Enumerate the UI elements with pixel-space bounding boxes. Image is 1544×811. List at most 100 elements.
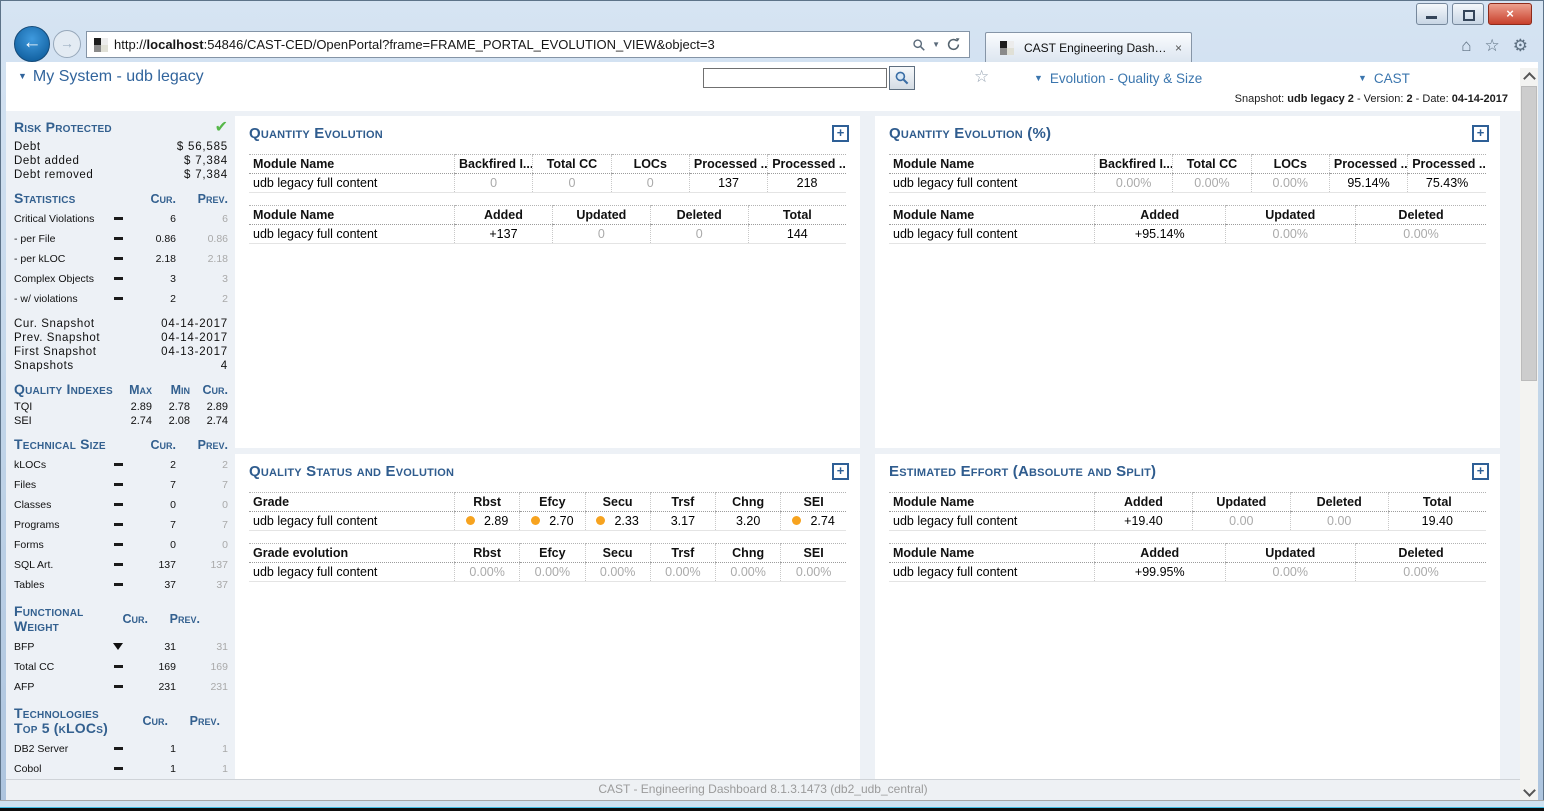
value-cell: 0 xyxy=(455,174,533,193)
debt-row: Debt removed$ 7,384 xyxy=(14,168,228,182)
column-header: Added xyxy=(1095,544,1226,563)
trend-equal-icon xyxy=(114,297,123,300)
expand-panel-button[interactable]: + xyxy=(832,463,849,480)
trend-equal-icon xyxy=(114,217,123,220)
column-header: Added xyxy=(1095,206,1226,225)
column-header: Module Name xyxy=(889,493,1095,512)
search-icon[interactable] xyxy=(912,38,926,52)
column-header: Secu xyxy=(585,544,650,563)
settings-gear-icon[interactable]: ⚙ xyxy=(1513,36,1528,56)
column-header: Module Name xyxy=(889,155,1095,174)
value-cell: 2.70 xyxy=(520,512,585,531)
table-row: udb legacy full content0.00%0.00%0.00%0.… xyxy=(249,563,846,582)
quality-indexes-section: Quality Indexes Max Min Cur. TQI2.892.78… xyxy=(14,382,228,428)
statistics-row: Critical Violations66 xyxy=(14,209,228,229)
effort-absolute-table: Module NameAddedUpdatedDeletedTotaludb l… xyxy=(889,492,1486,531)
dashboard-page: ▼My System - udb legacy ☆ ▼Evolution - Q… xyxy=(6,62,1538,800)
quality-status-panel: Quality Status and Evolution + GradeRbst… xyxy=(235,454,860,781)
column-header: Efcy xyxy=(520,493,585,512)
table-row: udb legacy full content+95.14%0.00%0.00% xyxy=(889,225,1486,244)
quantity-evolution-panel: Quantity Evolution + Module NameBackfire… xyxy=(235,116,860,448)
bookmark-star-icon[interactable]: ☆ xyxy=(974,67,989,87)
expand-panel-button[interactable]: + xyxy=(1472,463,1489,480)
column-header: Trsf xyxy=(650,544,715,563)
browser-chrome: × ← → http://localhost:54846/CAST-CED/Op… xyxy=(0,0,1544,62)
quantity-evolution-percent-table: Module NameBackfired I...Total CCLOCsPro… xyxy=(889,154,1486,193)
quantity-evolution-change-table: Module NameAddedUpdatedDeletedTotaludb l… xyxy=(249,205,846,244)
value-cell: 0.00% xyxy=(455,563,520,582)
favorites-star-icon[interactable]: ☆ xyxy=(1485,36,1500,56)
value-cell: 0.00% xyxy=(1173,174,1251,193)
browser-tab[interactable]: CAST Engineering Dashboa... × xyxy=(985,32,1192,62)
tab-favicon xyxy=(1000,41,1014,55)
trend-equal-icon xyxy=(114,563,123,566)
column-header: Added xyxy=(1095,493,1193,512)
evolution-menu[interactable]: ▼Evolution - Quality & Size xyxy=(1034,71,1202,86)
column-header: Total CC xyxy=(1173,155,1251,174)
expand-panel-button[interactable]: + xyxy=(832,125,849,142)
search-button[interactable] xyxy=(889,66,915,90)
functional-weight-row: BFP3131 xyxy=(14,637,228,657)
section-title: Statistics xyxy=(14,191,132,206)
home-icon[interactable]: ⌂ xyxy=(1461,36,1471,56)
value-cell: 19.40 xyxy=(1388,512,1486,531)
back-button[interactable]: ← xyxy=(14,26,50,62)
trend-equal-icon xyxy=(114,277,123,280)
table-row: udb legacy full content+13700144 xyxy=(249,225,846,244)
column-header: Updated xyxy=(1225,206,1356,225)
forward-button[interactable]: → xyxy=(53,30,81,58)
refresh-icon[interactable] xyxy=(946,37,961,52)
column-header: Backfired I... xyxy=(1095,155,1173,174)
table-header-row: Module NameBackfired I...Total CCLOCsPro… xyxy=(889,155,1486,174)
trend-equal-icon xyxy=(114,463,123,466)
section-title: Quality Indexes xyxy=(14,382,114,397)
close-icon: × xyxy=(1489,4,1531,24)
column-header-cur: Cur. xyxy=(132,438,176,452)
column-header: SEI xyxy=(781,544,846,563)
chevron-down-icon: ▼ xyxy=(1034,73,1043,83)
system-title-dropdown[interactable]: ▼My System - udb legacy xyxy=(18,68,204,86)
column-header-cur: Cur. xyxy=(132,192,176,206)
scroll-up-button[interactable] xyxy=(1520,68,1538,84)
column-header: Processed ... xyxy=(1329,155,1407,174)
expand-panel-button[interactable]: + xyxy=(1472,125,1489,142)
column-header-max: Max xyxy=(114,383,152,397)
section-title: Risk Protected xyxy=(14,120,207,135)
column-header-cur: Cur. xyxy=(124,714,168,728)
minimize-button[interactable] xyxy=(1416,3,1448,25)
value-cell: 218 xyxy=(768,174,846,193)
column-header: Added xyxy=(455,206,553,225)
search-input[interactable] xyxy=(703,68,887,88)
address-bar[interactable]: http://localhost:54846/CAST-CED/OpenPort… xyxy=(86,31,970,58)
trend-equal-icon xyxy=(114,257,123,260)
trend-equal-icon xyxy=(114,483,123,486)
vertical-scrollbar[interactable] xyxy=(1520,68,1538,800)
quality-index-row: SEI2.742.082.74 xyxy=(14,414,228,428)
chevron-down-icon[interactable]: ▼ xyxy=(932,40,940,49)
snapshot-info: Snapshot: udb legacy 2 - Version: 2 - Da… xyxy=(6,93,1508,111)
column-header: Chng xyxy=(716,493,781,512)
value-cell: 0 xyxy=(533,174,611,193)
value-cell: 0.00 xyxy=(1192,512,1290,531)
cast-menu[interactable]: ▼CAST xyxy=(1358,71,1410,86)
snapshot-row: Cur. Snapshot04-14-2017 xyxy=(14,317,228,331)
scroll-down-button[interactable] xyxy=(1520,784,1538,800)
trend-equal-icon xyxy=(114,543,123,546)
debt-row: Debt$ 56,585 xyxy=(14,140,228,154)
column-header: Processed ... xyxy=(1408,155,1486,174)
close-button[interactable]: × xyxy=(1488,3,1532,25)
column-header: Processed ... xyxy=(768,155,846,174)
value-cell: 0.00% xyxy=(520,563,585,582)
column-header: Deleted xyxy=(1356,206,1487,225)
value-cell: 137 xyxy=(689,174,767,193)
tab-close-icon[interactable]: × xyxy=(1173,41,1184,55)
technical-size-row: SQL Art.137137 xyxy=(14,555,228,575)
value-cell: 0.00% xyxy=(716,563,781,582)
restore-icon xyxy=(1463,10,1475,21)
page-title: My System - udb legacy xyxy=(33,68,204,85)
value-cell: 144 xyxy=(748,225,846,244)
restore-button[interactable] xyxy=(1452,3,1484,25)
scrollbar-thumb[interactable] xyxy=(1521,86,1537,381)
column-header-prev: Prev. xyxy=(168,714,220,728)
quantity-evolution-percent-panel: Quantity Evolution (%) + Module NameBack… xyxy=(875,116,1500,448)
